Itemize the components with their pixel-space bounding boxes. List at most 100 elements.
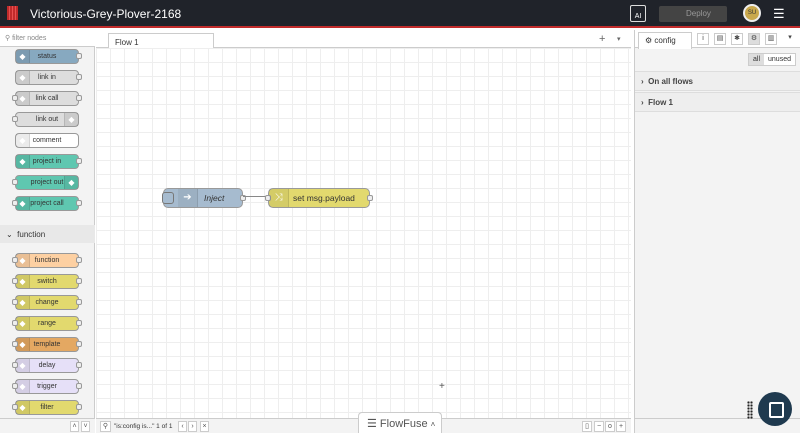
- project-icon: ◆: [16, 197, 30, 210]
- info-icon[interactable]: i: [697, 33, 709, 45]
- palette-node-trigger[interactable]: ◆ trigger: [12, 379, 82, 394]
- filter-nodes-input[interactable]: ⚲ filter nodes: [0, 30, 95, 47]
- node-label: change: [35, 299, 59, 306]
- palette-node-project-out[interactable]: ◆ project out: [12, 175, 79, 190]
- palette-node-delay[interactable]: ◆ delay: [12, 358, 82, 373]
- input-port: [12, 257, 18, 263]
- project-icon: ◆: [64, 176, 78, 189]
- palette-node-link-in[interactable]: ◆ link in: [15, 70, 82, 85]
- navigator-icon[interactable]: ▯: [582, 421, 592, 432]
- search-results-text: "is:config is..." 1 of 1: [114, 423, 173, 430]
- output-port: [76, 341, 82, 347]
- flowfuse-panel-button[interactable]: ☰ FlowFuse ˄: [358, 412, 442, 433]
- output-port: [76, 404, 82, 410]
- palette-node-project-in[interactable]: ◆ project in: [15, 154, 82, 169]
- filter-unused-button[interactable]: unused: [764, 54, 795, 65]
- palette-node-comment[interactable]: ◆ comment: [15, 133, 79, 148]
- zoom-out-button[interactable]: −: [594, 421, 604, 432]
- section-label: On all flows: [648, 77, 694, 86]
- category-label: function: [17, 230, 46, 239]
- input-port: [12, 95, 18, 101]
- input-port: [12, 200, 18, 206]
- chat-support-button[interactable]: [758, 392, 792, 426]
- output-port: [76, 95, 82, 101]
- palette-node-link-out[interactable]: ◆ link out: [12, 112, 79, 127]
- inject-node[interactable]: ➔ Inject: [162, 188, 246, 208]
- next-result-button[interactable]: ›: [188, 421, 197, 432]
- tab-config[interactable]: ⚙ config: [638, 32, 692, 49]
- output-port: [76, 53, 82, 59]
- node-label: status: [37, 53, 57, 60]
- input-port: [12, 299, 18, 305]
- palette-node-project-call[interactable]: ◆ project call: [12, 196, 82, 211]
- palette-node-template[interactable]: ◆ template: [12, 337, 82, 352]
- flow-canvas[interactable]: ➔ Inject ⤨ set msg.payload +: [96, 48, 631, 418]
- node-label: project in: [32, 158, 62, 165]
- arrow-icon: ➔: [178, 189, 198, 207]
- zoom-reset-button[interactable]: o: [605, 421, 615, 432]
- filter-placeholder: filter nodes: [12, 35, 47, 42]
- input-port: [12, 362, 18, 368]
- function-icon: ◆: [16, 254, 30, 267]
- palette-node-status[interactable]: ◆ status: [15, 49, 82, 64]
- category-function-header[interactable]: ⌄ function: [0, 225, 95, 243]
- tab-flow-1[interactable]: Flow 1: [108, 33, 214, 49]
- wire[interactable]: [243, 196, 266, 197]
- section-flow-1[interactable]: › Flow 1: [635, 92, 800, 112]
- palette-node-link-call[interactable]: ◆ link call: [12, 91, 82, 106]
- palette-footer: ˄ ˅: [0, 418, 95, 433]
- ai-assistant-button[interactable]: AI: [630, 5, 646, 22]
- config-filter-toggle: all unused: [748, 53, 796, 66]
- timer-icon: ◆: [16, 359, 30, 372]
- workspace: Flow 1 + ▾ ➔ Inject ⤨ set msg.payload +: [96, 30, 631, 418]
- comment-icon: ◆: [16, 134, 30, 147]
- node-label: filter: [40, 404, 54, 411]
- node-label: project out: [30, 179, 64, 186]
- workspace-tabs: Flow 1 + ▾: [96, 30, 631, 49]
- node-label: switch: [37, 278, 57, 285]
- section-on-all-flows[interactable]: › On all flows: [635, 71, 800, 91]
- help-book-icon[interactable]: ▤: [714, 33, 726, 45]
- chevron-up-icon: ˄: [430, 420, 436, 429]
- inject-trigger-button[interactable]: [162, 192, 174, 204]
- collapse-all-button[interactable]: ˄: [70, 421, 79, 432]
- config-gear-icon[interactable]: ⚙: [748, 33, 760, 45]
- output-port[interactable]: [367, 195, 373, 201]
- prev-result-button[interactable]: ‹: [178, 421, 187, 432]
- palette-node-change[interactable]: ◆ change: [12, 295, 82, 310]
- node-label: trigger: [37, 383, 57, 390]
- filter-all-button[interactable]: all: [749, 54, 765, 65]
- change-node[interactable]: ⤨ set msg.payload: [265, 188, 373, 208]
- flow-list-dropdown[interactable]: ▾: [617, 35, 621, 43]
- palette-node-switch[interactable]: ◆ switch: [12, 274, 82, 289]
- deploy-button[interactable]: Deploy: [659, 6, 727, 22]
- palette-node-filter[interactable]: ◆ filter: [12, 400, 82, 415]
- search-icon[interactable]: ⚲: [100, 421, 111, 432]
- close-search-button[interactable]: ×: [200, 421, 209, 432]
- node-label: link in: [38, 74, 56, 81]
- palette-node-range[interactable]: ◆ range: [12, 316, 82, 331]
- template-icon: ◆: [16, 338, 30, 351]
- trigger-icon: ◆: [16, 380, 30, 393]
- input-port: [12, 341, 18, 347]
- input-port: [12, 179, 18, 185]
- avatar[interactable]: SU: [743, 4, 761, 22]
- flowfuse-label: FlowFuse: [379, 418, 428, 430]
- sidebar-dropdown[interactable]: ▾: [784, 33, 796, 45]
- zoom-in-button[interactable]: +: [616, 421, 626, 432]
- hamburger-menu-icon[interactable]: ☰: [773, 6, 785, 22]
- drag-handle-icon[interactable]: [747, 401, 753, 419]
- node-label: delay: [38, 362, 56, 369]
- add-flow-button[interactable]: +: [599, 33, 605, 45]
- project-icon: ◆: [16, 155, 30, 168]
- expand-all-button[interactable]: ˅: [81, 421, 90, 432]
- debug-bug-icon[interactable]: ✱: [731, 33, 743, 45]
- context-data-icon[interactable]: ▥: [765, 33, 777, 45]
- tab-config-label: config: [654, 36, 676, 45]
- node-label: link call: [35, 95, 59, 102]
- node-label: comment: [32, 137, 62, 144]
- node-label: set msg.payload: [293, 193, 355, 203]
- pulse-icon: ◆: [16, 50, 30, 63]
- palette-node-function[interactable]: ◆ function: [12, 253, 82, 268]
- output-port: [76, 158, 82, 164]
